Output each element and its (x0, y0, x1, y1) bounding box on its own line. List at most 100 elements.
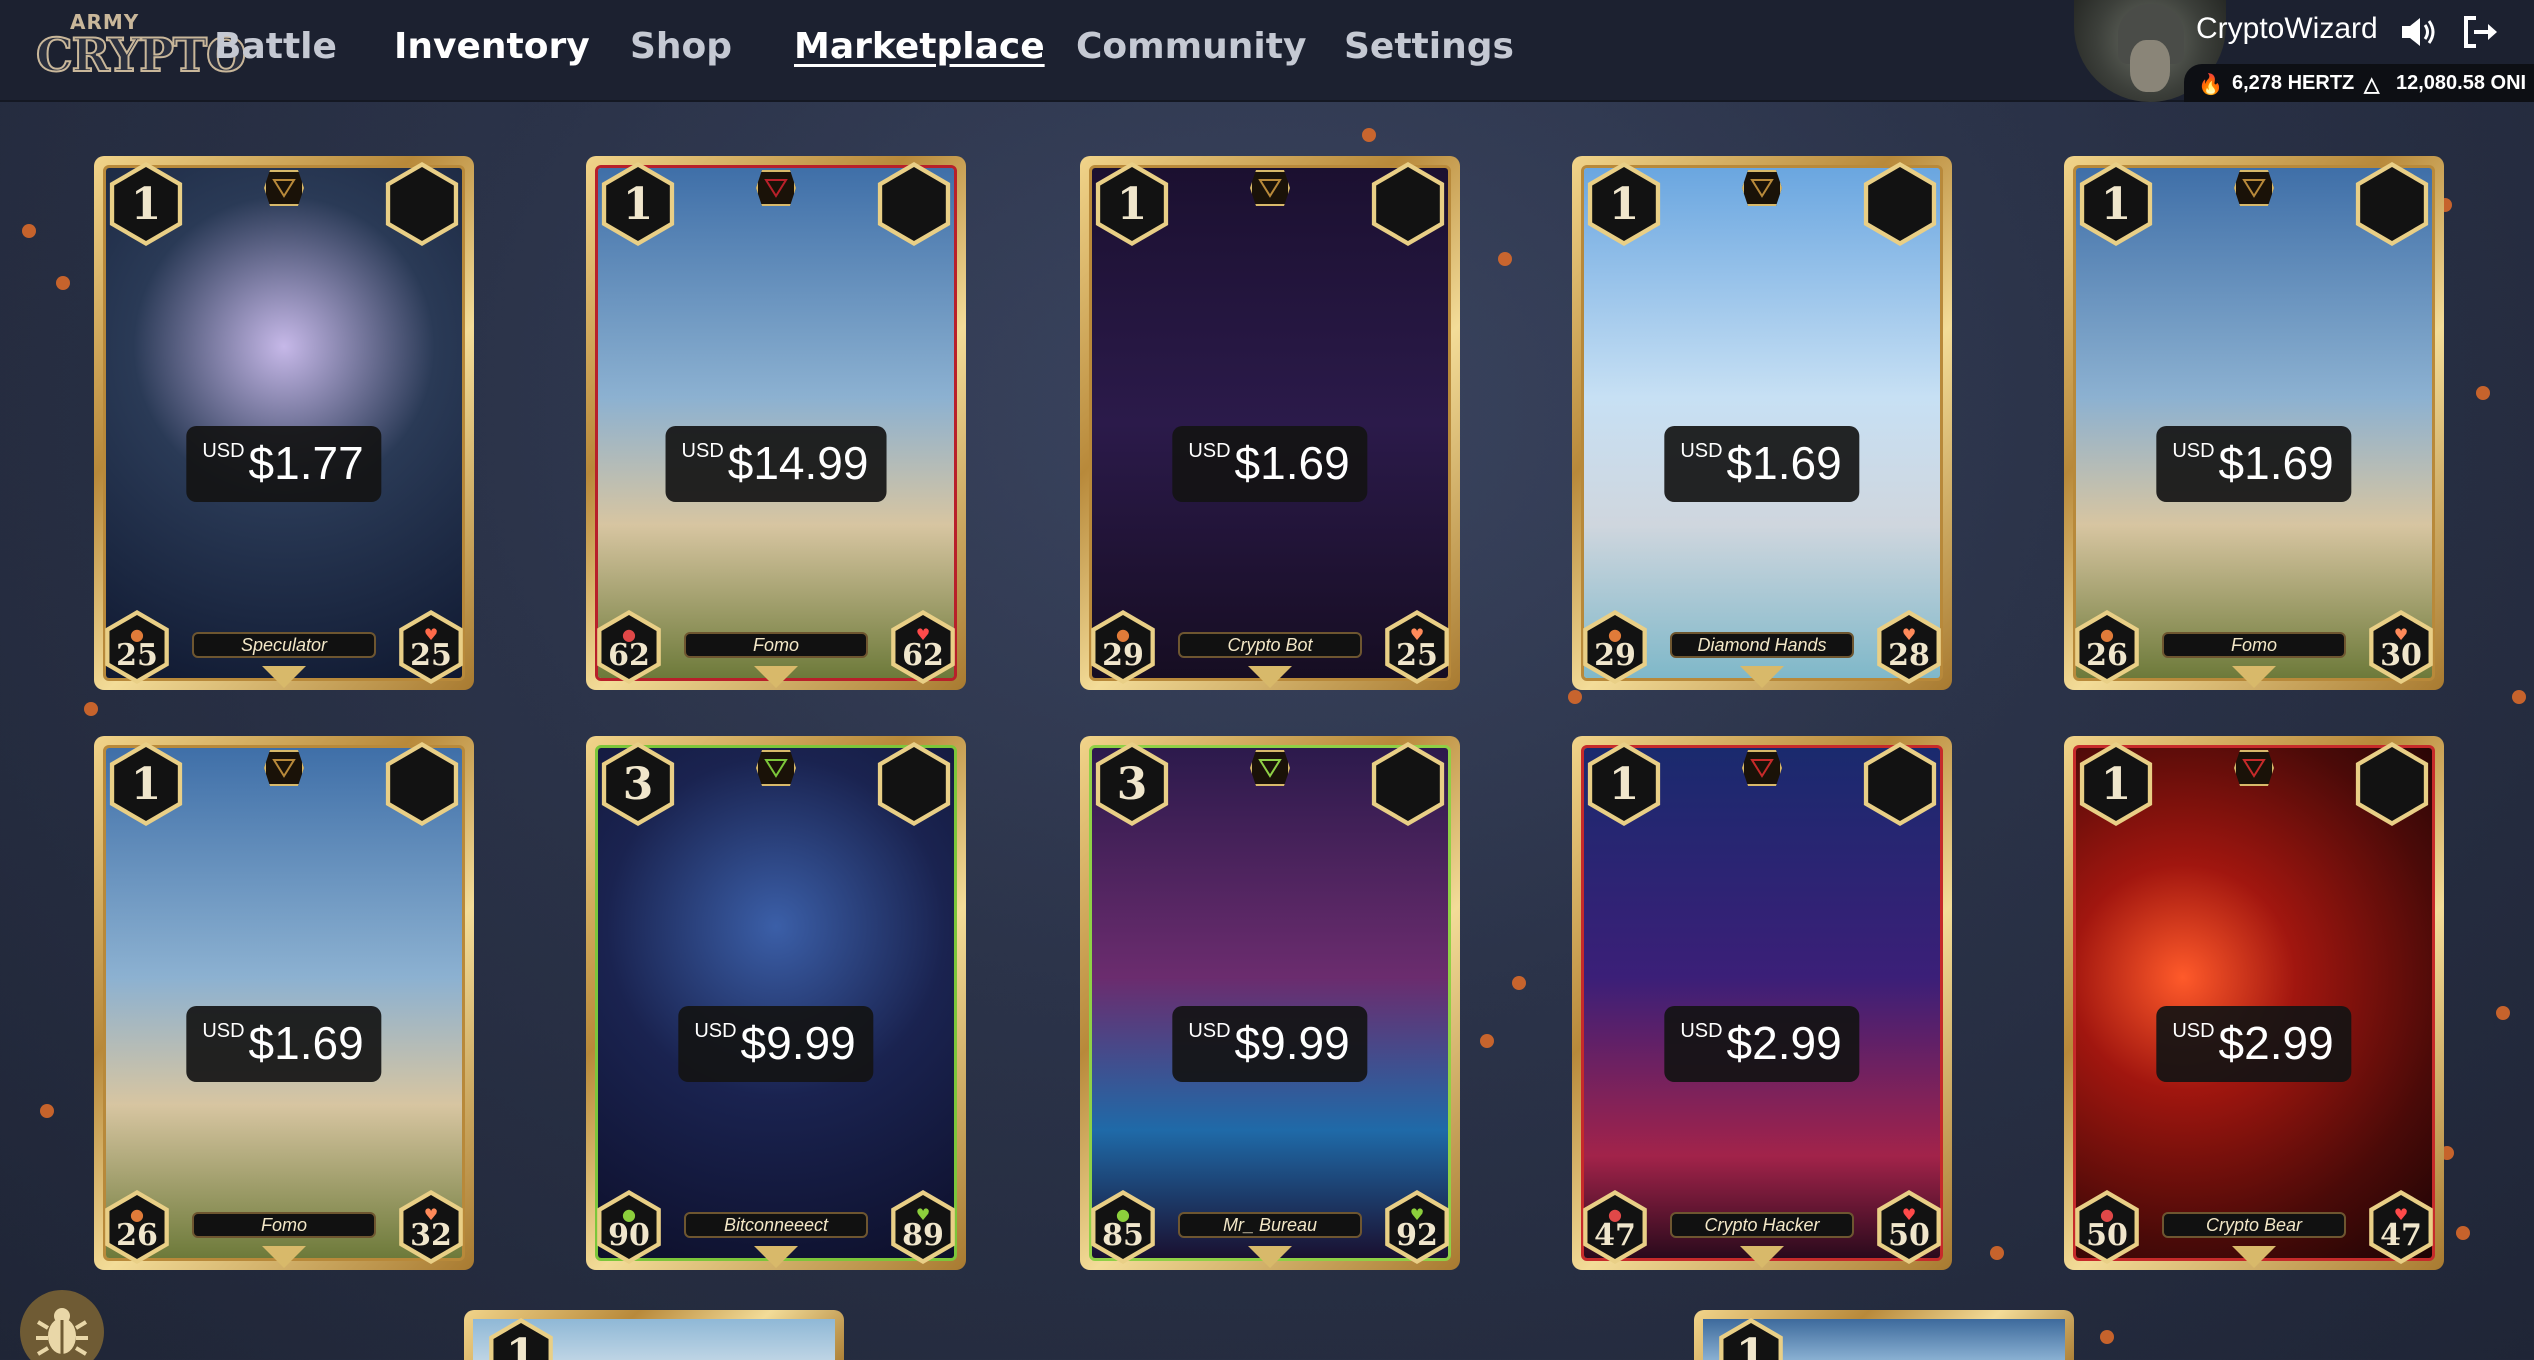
ember-spark (2100, 1330, 2114, 1344)
card-price-tag: USD$14.99 (665, 426, 887, 502)
marketplace-card[interactable]: 1 USD$2.99 ● 47 ♥ 50 Crypto Hacker (1572, 736, 1952, 1270)
bug-report-button[interactable] (20, 1290, 104, 1360)
card-faction-icon (1742, 750, 1782, 786)
card-faction-icon (1250, 170, 1290, 206)
card-frame (1089, 165, 1451, 681)
heart-icon: ♥ (1409, 625, 1425, 644)
heart-icon: ♥ (2393, 625, 2409, 644)
top-navbar: ARMY CRYPTO Battle Inventory Shop Market… (0, 0, 2534, 102)
heart-icon: ♥ (915, 625, 931, 644)
card-partial-2[interactable]: 1 (1694, 1310, 2074, 1360)
nav-inventory[interactable]: Inventory (394, 26, 590, 67)
username[interactable]: CryptoWizard (2196, 12, 2378, 46)
card-name: Fomo (684, 632, 868, 658)
health-core: ♥ 47 (2373, 1195, 2429, 1259)
price-amount: $1.69 (2218, 437, 2334, 489)
speaker-icon[interactable] (2398, 14, 2438, 50)
card-price-tag: USD$1.69 (1664, 426, 1860, 502)
attack-core: ● 50 (2079, 1195, 2135, 1259)
ember-spark (1362, 128, 1376, 142)
card-price-tag: USD$1.69 (186, 1006, 382, 1082)
ember-spark (1480, 1034, 1494, 1048)
card-faction-icon (2234, 750, 2274, 786)
marketplace-card[interactable]: 3 USD$9.99 ● 90 ♥ 89 Bitconneeect (586, 736, 966, 1270)
card-faction-icon (1250, 750, 1290, 786)
health-core: ♥ 28 (1881, 615, 1937, 679)
marketplace-card[interactable]: 1 USD$14.99 ● 62 ♥ 62 Fomo (586, 156, 966, 690)
marketplace-card[interactable]: 1 USD$1.69 ● 29 ♥ 25 Crypto Bot (1080, 156, 1460, 690)
card-frame (2073, 165, 2435, 681)
ember-spark (1990, 1246, 2004, 1260)
price-amount: $14.99 (727, 437, 869, 489)
ability-slot-core (2360, 747, 2424, 821)
ability-slot-core (390, 167, 454, 241)
card-art (1092, 748, 1448, 1258)
card-level: 1 (114, 167, 178, 241)
ability-slot-core (1868, 747, 1932, 821)
hertz-balance: 6,278 HERTZ (2232, 72, 2355, 94)
price-currency: USD (1680, 1020, 1723, 1042)
attack-icon: ● (2100, 625, 2114, 644)
attack-core: ● 25 (109, 615, 165, 679)
avatar-face (2130, 40, 2170, 92)
ember-spark (1498, 252, 1512, 266)
card-faction-icon (264, 170, 304, 206)
price-amount: $9.99 (740, 1017, 856, 1069)
marketplace-card[interactable]: 1 USD$1.69 ● 26 ♥ 30 Fomo (2064, 156, 2444, 690)
ember-spark (84, 702, 98, 716)
card-frame (1581, 745, 1943, 1261)
card-name: Crypto Bear (2162, 1212, 2346, 1238)
card-frame (103, 745, 465, 1261)
price-amount: $1.69 (248, 1017, 364, 1069)
heart-icon: ♥ (2393, 1205, 2409, 1224)
health-core: ♥ 62 (895, 615, 951, 679)
card-level: 1 (114, 747, 178, 821)
marketplace-card[interactable]: 1 USD$2.99 ● 50 ♥ 47 Crypto Bear (2064, 736, 2444, 1270)
heart-icon: ♥ (423, 625, 439, 644)
attack-core: ● 90 (601, 1195, 657, 1259)
marketplace-card[interactable]: 3 USD$9.99 ● 85 ♥ 92 Mr_ Bureau (1080, 736, 1460, 1270)
card-name: Fomo (2162, 632, 2346, 658)
card-art (1092, 168, 1448, 678)
card-partial-1[interactable]: 1 (464, 1310, 844, 1360)
ember-spark (22, 224, 36, 238)
currency-bar: 🔥 6,278 HERTZ △ 12,080.58 ONI (2184, 64, 2534, 102)
marketplace-card[interactable]: 1 USD$1.77 ● 25 ♥ 25 Speculator (94, 156, 474, 690)
attack-core: ● 62 (601, 615, 657, 679)
attack-icon: ● (1116, 1205, 1130, 1224)
card-frame (2073, 745, 2435, 1261)
army-crypto-logo[interactable]: ARMY CRYPTO (35, 10, 247, 92)
nav-settings[interactable]: Settings (1344, 26, 1514, 67)
ability-slot-core (390, 747, 454, 821)
ember-spark (1512, 976, 1526, 990)
attack-icon: ● (130, 625, 144, 644)
card-price-tag: USD$1.69 (2156, 426, 2352, 502)
marketplace-card[interactable]: 1 USD$1.69 ● 26 ♥ 32 Fomo (94, 736, 474, 1270)
attack-icon: ● (1608, 625, 1622, 644)
price-currency: USD (681, 440, 724, 462)
ability-slot-core (882, 167, 946, 241)
nav-community[interactable]: Community (1076, 26, 1306, 67)
price-amount: $1.77 (248, 437, 364, 489)
card-faction-icon (756, 750, 796, 786)
health-core: ♥ 32 (403, 1195, 459, 1259)
logout-icon[interactable] (2460, 14, 2500, 50)
nav-battle[interactable]: Battle (214, 26, 337, 67)
nav-shop[interactable]: Shop (630, 26, 732, 67)
heart-icon: ♥ (1901, 1205, 1917, 1224)
price-amount: $1.69 (1726, 437, 1842, 489)
attack-core: ● 26 (109, 1195, 165, 1259)
card-name: Crypto Hacker (1670, 1212, 1854, 1238)
ember-spark (2476, 386, 2490, 400)
health-core: ♥ 25 (403, 615, 459, 679)
ability-slot-core (2360, 167, 2424, 241)
card-faction-icon (756, 170, 796, 206)
card-level: 1 (606, 167, 670, 241)
onix-balance: 12,080.58 ONI (2396, 72, 2527, 94)
nav-marketplace[interactable]: Marketplace (794, 26, 1045, 67)
card-frame (103, 165, 465, 681)
price-currency: USD (1680, 440, 1723, 462)
marketplace-card[interactable]: 1 USD$1.69 ● 29 ♥ 28 Diamond Hands (1572, 156, 1952, 690)
price-amount: $9.99 (1234, 1017, 1350, 1069)
bug-icon (36, 1308, 88, 1356)
